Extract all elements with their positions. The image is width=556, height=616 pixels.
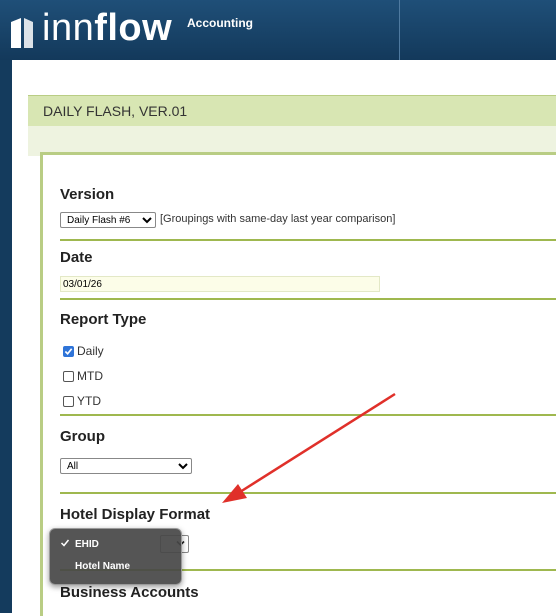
hotel-display-format-menu: EHID Hotel Name [49, 528, 182, 585]
group-label: Group [60, 428, 105, 445]
innflow-logo-icon [11, 18, 33, 48]
app-header: innflow Accounting [0, 0, 556, 60]
innflow-logo[interactable]: innflow [42, 6, 172, 50]
version-note: [Groupings with same-day last year compa… [160, 213, 396, 225]
business-accounts-label: Business Accounts [60, 584, 199, 601]
checkmark-icon [60, 539, 70, 547]
section-divider [60, 298, 556, 300]
report-type-ytd-option[interactable]: YTD [63, 394, 101, 408]
menu-option-ehid[interactable]: EHID [50, 536, 181, 554]
ytd-checkbox[interactable] [63, 395, 74, 407]
ytd-label: YTD [77, 394, 101, 408]
menu-option-label: Hotel Name [75, 561, 131, 572]
mtd-checkbox[interactable] [63, 370, 74, 382]
page-title: DAILY FLASH, VER.01 [43, 103, 188, 119]
menu-option-label: EHID [75, 539, 99, 550]
left-nav-strip [0, 60, 12, 613]
report-type-mtd-option[interactable]: MTD [63, 369, 103, 383]
section-divider [60, 239, 556, 241]
date-input[interactable] [60, 276, 380, 292]
report-type-daily-option[interactable]: Daily [63, 344, 104, 358]
daily-label: Daily [77, 344, 104, 358]
checkmark-icon [64, 347, 73, 355]
page-title-bar: DAILY FLASH, VER.01 [28, 95, 556, 127]
menu-option-hotel-name[interactable]: Hotel Name [50, 558, 181, 576]
section-divider [60, 414, 556, 416]
report-type-label: Report Type [60, 311, 147, 328]
daily-checkbox[interactable] [63, 345, 74, 357]
hotel-display-format-label: Hotel Display Format [60, 506, 211, 523]
version-select[interactable]: Daily Flash #6 [60, 212, 156, 228]
date-label: Date [60, 249, 93, 266]
section-divider [60, 492, 556, 494]
mtd-label: MTD [77, 369, 103, 383]
version-label: Version [60, 186, 115, 203]
group-select[interactable]: All [60, 458, 192, 474]
app-name-label: Accounting [187, 16, 253, 30]
header-divider [399, 0, 400, 60]
